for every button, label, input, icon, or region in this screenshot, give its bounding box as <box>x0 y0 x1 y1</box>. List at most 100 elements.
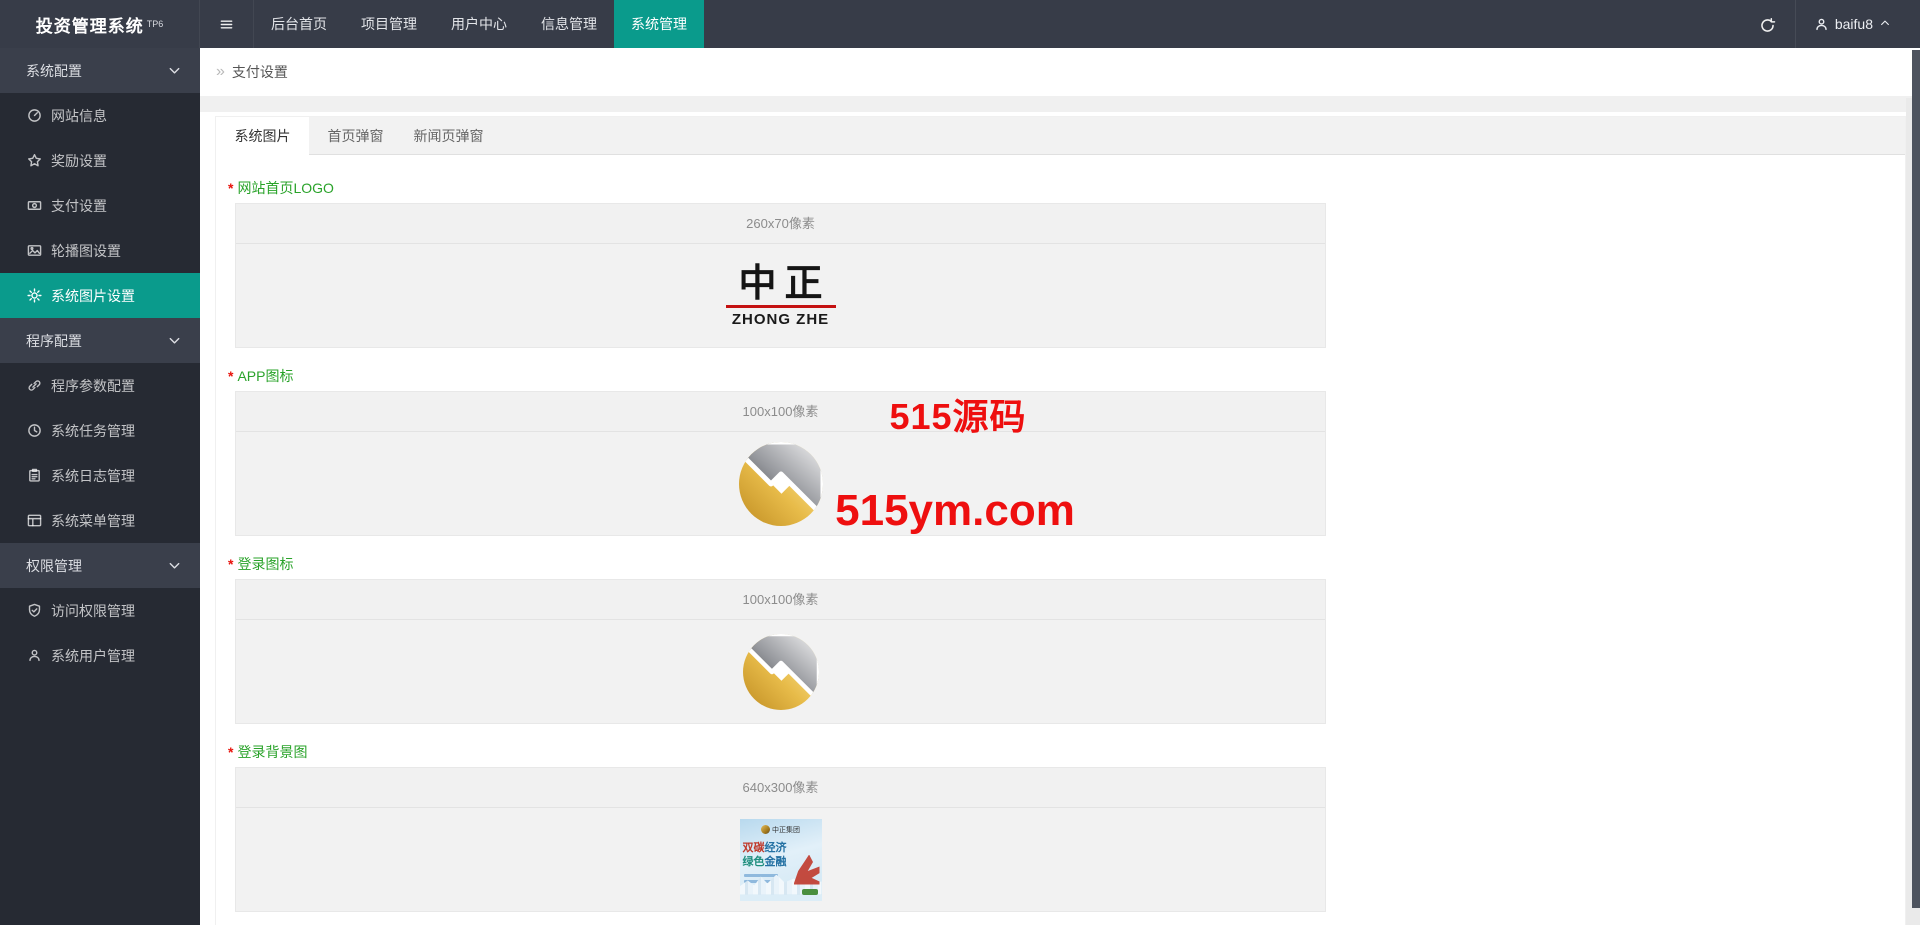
layout-icon <box>27 513 42 528</box>
gold-sphere-icon <box>743 634 819 710</box>
upload-preview-area: 中正集团 双碳经济 绿色金融 <box>236 808 1325 911</box>
thumb-headline-1: 双碳经济 <box>743 842 787 855</box>
sidebar-item-site-info[interactable]: 网站信息 <box>0 93 200 138</box>
required-asterisk: * <box>228 368 233 384</box>
field-label-text: 登录图标 <box>237 554 293 574</box>
top-nav-item-system[interactable]: 系统管理 <box>614 0 704 48</box>
breadcrumb-separator: » <box>216 63 225 81</box>
sidebar-item-system-tasks[interactable]: 系统任务管理 <box>0 408 200 453</box>
topbar-right: baifu8 <box>1739 0 1920 48</box>
upload-size-hint: 640x300像素 <box>236 768 1325 808</box>
field-label-text: 网站首页LOGO <box>237 178 333 198</box>
chevron-up-icon <box>1879 17 1894 32</box>
field-label-text: APP图标 <box>237 366 293 386</box>
watermark-text: 515源码 <box>889 388 1026 440</box>
refresh-button[interactable] <box>1739 0 1795 48</box>
field-label: * 登录图标 <box>228 554 1905 573</box>
upload-size-hint: 100x100像素 <box>236 392 1325 432</box>
required-asterisk: * <box>228 744 233 760</box>
user-avatar-icon <box>1814 17 1829 32</box>
top-nav: 后台首页 项目管理 用户中心 信息管理 系统管理 <box>254 0 704 48</box>
upload-box-site-logo[interactable]: 260x70像素 中正 ZHONG ZHE <box>235 203 1326 348</box>
tab-news-popup[interactable]: 新闻页弹窗 <box>402 117 495 154</box>
link-icon <box>27 378 42 393</box>
field-login-icon: * 登录图标 100x100像素 <box>228 554 1905 724</box>
username-label: baifu8 <box>1835 16 1873 32</box>
hamburger-menu-button[interactable] <box>200 0 254 48</box>
top-nav-item-projects[interactable]: 项目管理 <box>344 0 434 48</box>
sidebar-section-label: 系统配置 <box>26 61 82 81</box>
breadcrumb-current: 支付设置 <box>232 62 288 82</box>
top-nav-item-dashboard[interactable]: 后台首页 <box>254 0 344 48</box>
sidebar-item-system-menus[interactable]: 系统菜单管理 <box>0 498 200 543</box>
upload-box-app-icon[interactable]: 100x100像素 <box>235 391 1326 536</box>
required-asterisk: * <box>228 180 233 196</box>
sidebar-section-system-config[interactable]: 系统配置 <box>0 48 200 93</box>
upload-preview-area <box>236 432 1325 535</box>
thumb-brand-row: 中正集团 <box>740 825 822 835</box>
sidebar-item-payment-settings[interactable]: 支付设置 <box>0 183 200 228</box>
sidebar-item-label: 程序参数配置 <box>51 376 135 396</box>
sidebar-item-program-params[interactable]: 程序参数配置 <box>0 363 200 408</box>
thumb-headline-2: 绿色金融 <box>743 856 787 869</box>
banknote-icon <box>27 198 42 213</box>
sidebar-item-label: 系统日志管理 <box>51 466 135 486</box>
sidebar-item-label: 系统用户管理 <box>51 646 135 666</box>
upload-size-hint: 260x70像素 <box>236 204 1325 244</box>
thumb-brand-text: 中正集团 <box>772 825 800 835</box>
sidebar-section-program-config[interactable]: 程序配置 <box>0 318 200 363</box>
sidebar-item-label: 系统图片设置 <box>51 286 135 306</box>
sidebar-item-label: 系统任务管理 <box>51 421 135 441</box>
upload-preview-area <box>236 620 1325 723</box>
sidebar-item-system-logs[interactable]: 系统日志管理 <box>0 453 200 498</box>
sidebar-section-label: 权限管理 <box>26 556 82 576</box>
sidebar-item-carousel-settings[interactable]: 轮播图设置 <box>0 228 200 273</box>
shield-check-icon <box>27 603 42 618</box>
system-images-form: * 网站首页LOGO 260x70像素 中正 ZHONG ZHE <box>216 155 1905 925</box>
sidebar-item-label: 系统菜单管理 <box>51 511 135 531</box>
top-nav-item-users[interactable]: 用户中心 <box>434 0 524 48</box>
upload-box-login-background[interactable]: 640x300像素 中正集团 双碳经济 绿色金融 <box>235 767 1326 912</box>
sidebar-item-system-users[interactable]: 系统用户管理 <box>0 633 200 678</box>
user-menu[interactable]: baifu8 <box>1795 0 1920 48</box>
page-divider <box>200 97 1920 112</box>
tab-system-images[interactable]: 系统图片 <box>216 117 309 156</box>
sidebar-section-permissions[interactable]: 权限管理 <box>0 543 200 588</box>
sidebar-item-label: 访问权限管理 <box>51 601 135 621</box>
sidebar-item-system-images[interactable]: 系统图片设置 <box>0 273 200 318</box>
thumb-water <box>740 895 822 901</box>
app-logo: 投资管理系统 TP6 <box>0 0 200 48</box>
watermark-url: 515ym.com <box>835 486 1075 536</box>
field-label: * 登录背景图 <box>228 742 1905 761</box>
scrollbar-thumb[interactable] <box>1912 50 1920 908</box>
sidebar-item-label: 支付设置 <box>51 196 107 216</box>
sidebar-item-reward-settings[interactable]: 奖励设置 <box>0 138 200 183</box>
field-label: * APP图标 <box>228 366 1905 385</box>
breadcrumb: » 支付设置 <box>200 48 1920 97</box>
field-site-logo: * 网站首页LOGO 260x70像素 中正 ZHONG ZHE <box>228 178 1905 348</box>
image-icon <box>27 243 42 258</box>
upload-size-hint: 100x100像素 <box>236 580 1325 620</box>
sidebar: 系统配置 网站信息 奖励设置 支付设置 轮播图设置 系统图片设置 程序配置 <box>0 48 200 925</box>
star-icon <box>27 153 42 168</box>
content-tabs: 系统图片 首页弹窗 新闻页弹窗 <box>216 117 1905 155</box>
dashboard-icon <box>27 108 42 123</box>
thumb-gold-logo-dot <box>761 825 770 834</box>
chevron-down-icon <box>167 558 182 573</box>
gear-icon <box>27 288 42 303</box>
tab-home-popup[interactable]: 首页弹窗 <box>309 117 402 154</box>
thumb-red-arch <box>794 855 820 885</box>
thumb-subtext-bar <box>744 874 778 877</box>
app-title: 投资管理系统 <box>36 12 144 37</box>
clipboard-icon <box>27 468 42 483</box>
field-login-background: * 登录背景图 640x300像素 中正集团 双碳经济 绿色金融 <box>228 742 1905 912</box>
top-nav-item-info[interactable]: 信息管理 <box>524 0 614 48</box>
chevron-down-icon <box>167 333 182 348</box>
field-label-text: 登录背景图 <box>237 742 307 762</box>
required-asterisk: * <box>228 556 233 572</box>
logo-red-underline <box>726 305 836 308</box>
chevron-down-icon <box>167 63 182 78</box>
sidebar-item-access-permissions[interactable]: 访问权限管理 <box>0 588 200 633</box>
hamburger-icon <box>219 17 234 32</box>
upload-box-login-icon[interactable]: 100x100像素 <box>235 579 1326 724</box>
